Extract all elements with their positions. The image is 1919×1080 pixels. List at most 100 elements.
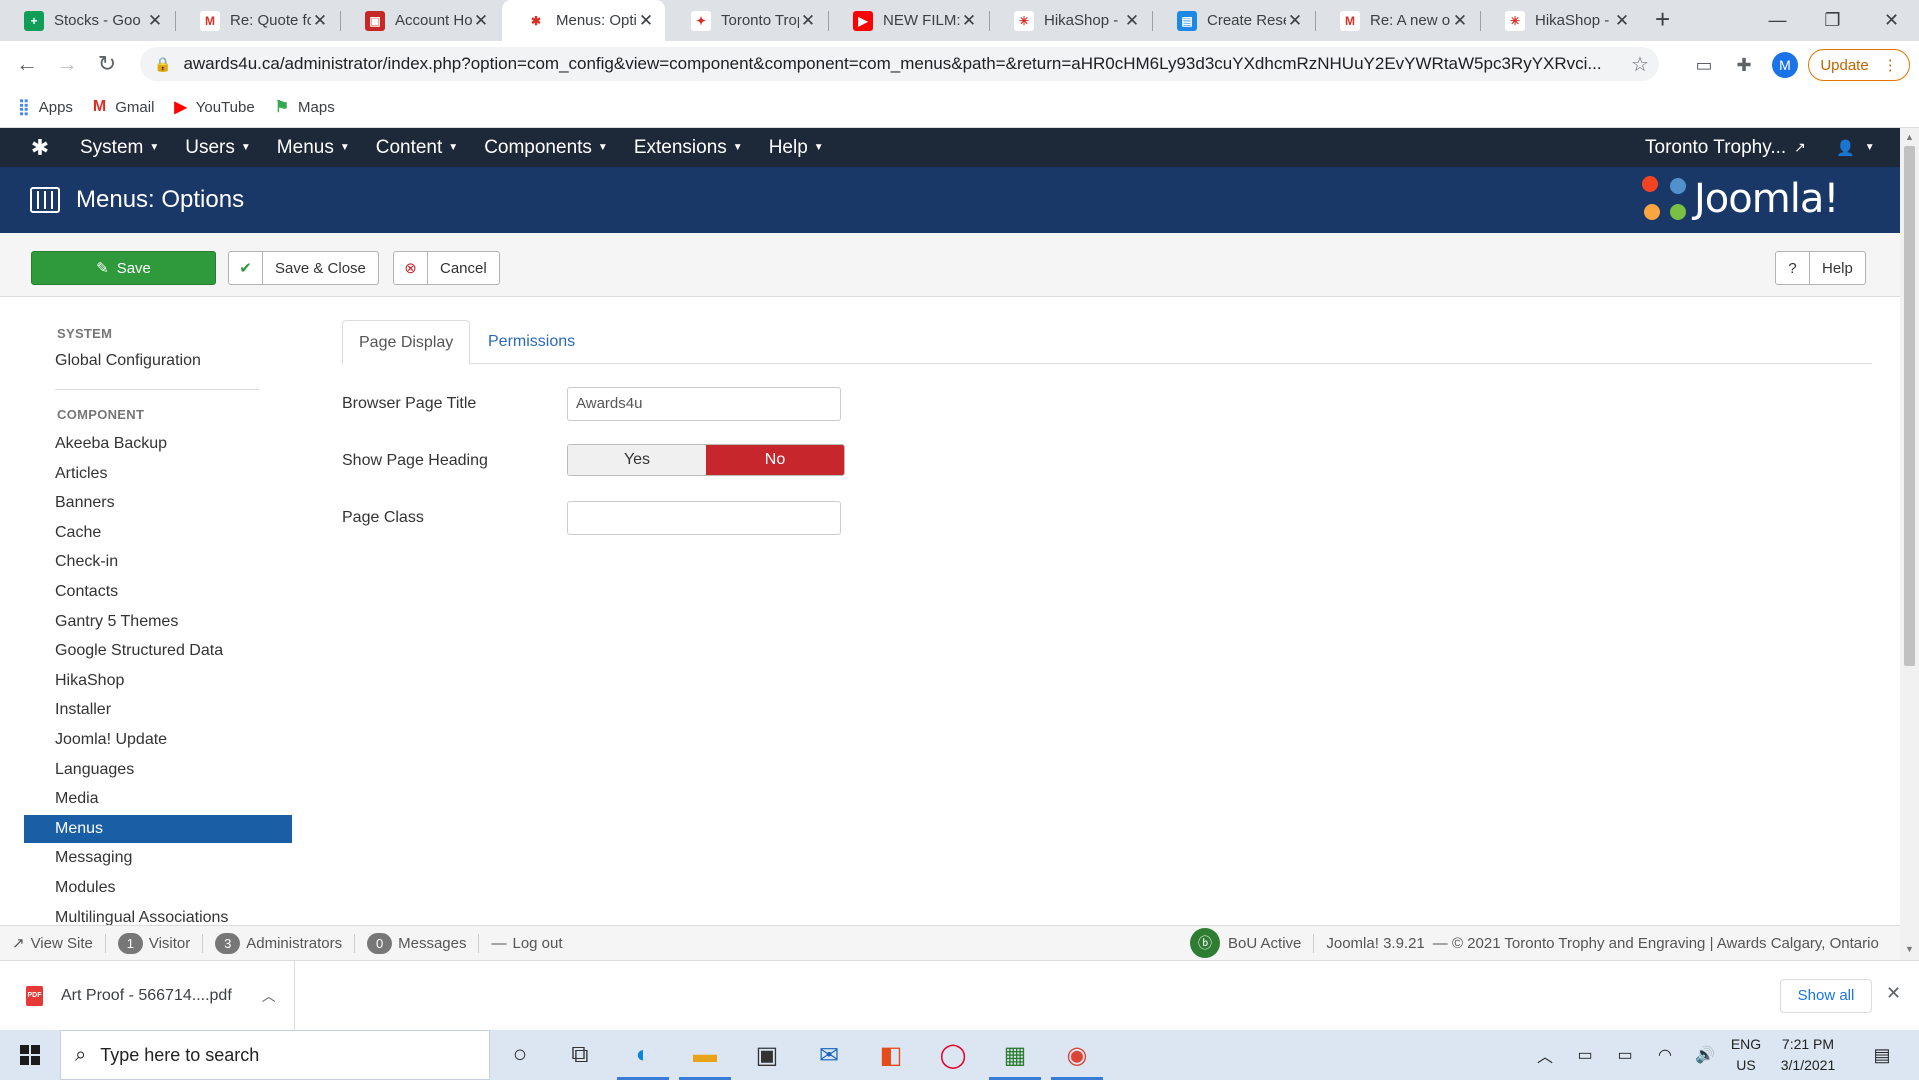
nav-menu-help[interactable]: Help ▼ xyxy=(769,137,824,159)
restore-button[interactable]: ❐ xyxy=(1805,0,1860,41)
close-window-button[interactable]: ✕ xyxy=(1864,0,1919,41)
joomla-mark-icon[interactable]: ✱ xyxy=(0,135,80,161)
show-page-heading-no[interactable]: No xyxy=(706,445,844,475)
chrome-icon[interactable]: ◉ xyxy=(1047,1030,1107,1080)
browser-tab[interactable]: ✳ HikaShop - I ✕ xyxy=(990,0,1151,41)
sidebar-item-articles[interactable]: Articles xyxy=(24,460,292,488)
tab-close-icon[interactable]: ✕ xyxy=(472,11,490,31)
sidebar-item-media[interactable]: Media xyxy=(24,785,292,813)
tray-chevron-up-icon[interactable]: ︿ xyxy=(1530,1030,1560,1080)
browser-tab[interactable]: ✳ HikaShop - C✕ xyxy=(1481,0,1641,41)
browser-tab[interactable]: M Re: A new or ✕ xyxy=(1316,0,1479,41)
scrollbar-thumb[interactable] xyxy=(1904,146,1915,666)
browser-tab[interactable]: M Re: Quote fo ✕ xyxy=(176,0,339,41)
sidebar-item-contacts[interactable]: Contacts xyxy=(24,578,292,606)
browser-tab[interactable]: ▶ NEW FILM: I✕ xyxy=(829,0,988,41)
close-icon[interactable]: ✕ xyxy=(1886,983,1901,1004)
sidebar-item-installer[interactable]: Installer xyxy=(24,696,292,724)
visitors-status[interactable]: 1 Visitor xyxy=(106,932,204,954)
tab-close-icon[interactable]: ✕ xyxy=(637,11,655,31)
help-button[interactable]: ? Help xyxy=(1775,251,1866,285)
sidebar-item-modules[interactable]: Modules xyxy=(24,874,292,902)
update-button[interactable]: Update ⋮ xyxy=(1808,49,1910,81)
sidebar-item-global-configuration[interactable]: Global Configuration xyxy=(24,347,292,375)
administrators-status[interactable]: 3 Administrators xyxy=(203,932,356,954)
bookmark-star-icon[interactable]: ☆ xyxy=(1621,52,1659,77)
sidebar-item-languages[interactable]: Languages xyxy=(24,756,292,784)
tab-close-icon[interactable]: ✕ xyxy=(1451,11,1469,31)
volume-icon[interactable]: 🔊 xyxy=(1690,1030,1720,1080)
tab-page-display[interactable]: Page Display xyxy=(342,320,471,365)
browser-page-title-input[interactable]: Awards4u xyxy=(567,387,841,421)
joomla-logo[interactable]: Joomla! xyxy=(1642,176,1839,222)
cancel-button[interactable]: ⊗ Cancel xyxy=(393,251,500,285)
page-scrollbar[interactable]: ▲ ▼ xyxy=(1900,128,1919,960)
sidebar-item-google-structured-data[interactable]: Google Structured Data xyxy=(24,637,292,665)
browser-tab[interactable]: ✱ Menus: Opti ✕ xyxy=(502,0,665,41)
nav-menu-components[interactable]: Components ▼ xyxy=(484,137,608,159)
edge-icon[interactable]: ◐ xyxy=(613,1030,673,1080)
minimize-button[interactable]: — xyxy=(1750,0,1805,41)
browser-tab[interactable]: ▤ Create Reser✕ xyxy=(1153,0,1314,41)
chevron-up-icon[interactable]: ︿ xyxy=(262,986,276,1006)
opera-icon[interactable]: ◯ xyxy=(923,1030,983,1080)
page-class-input[interactable] xyxy=(567,501,841,535)
tab-close-icon[interactable]: ✕ xyxy=(799,11,817,31)
show-page-heading-yes[interactable]: Yes xyxy=(568,445,706,475)
user-menu[interactable]: 👤 ▼ xyxy=(1836,139,1875,157)
sidebar-item-banners[interactable]: Banners xyxy=(24,489,292,517)
spreadsheet-app-icon[interactable]: ▦ xyxy=(985,1030,1045,1080)
taskbar-clock[interactable]: 7:21 PM 3/1/2021 xyxy=(1768,1034,1848,1076)
scroll-down-icon[interactable]: ▼ xyxy=(1905,944,1914,954)
meet-now-icon[interactable]: ▭ xyxy=(1570,1030,1600,1080)
sidebar-item-cache[interactable]: Cache xyxy=(24,519,292,547)
site-link[interactable]: Toronto Trophy... ↗ xyxy=(1645,137,1806,159)
taskbar-search[interactable]: ⌕ Type here to search xyxy=(60,1030,490,1080)
sidebar-item-check-in[interactable]: Check-in xyxy=(24,548,292,576)
view-site-link[interactable]: ↗ View Site xyxy=(0,933,106,953)
store-icon[interactable]: ▣ xyxy=(737,1030,797,1080)
nav-menu-users[interactable]: Users ▼ xyxy=(185,137,251,159)
sidebar-item-akeeba-backup[interactable]: Akeeba Backup xyxy=(24,430,292,458)
reload-icon[interactable]: ↻ xyxy=(92,49,122,79)
save-close-button[interactable]: ✔ Save & Close xyxy=(228,251,379,285)
download-item[interactable]: PDF Art Proof - 566714....pdf ︿ xyxy=(0,961,295,1031)
tab-permissions[interactable]: Permissions xyxy=(472,320,591,365)
scroll-up-icon[interactable]: ▲ xyxy=(1905,132,1914,142)
sidebar-item-hikashop[interactable]: HikaShop xyxy=(24,667,292,695)
bookmark-youtube[interactable]: ▶ YouTube xyxy=(174,97,254,117)
office-icon[interactable]: ◧ xyxy=(861,1030,921,1080)
browser-tab[interactable]: + Stocks - Goo ✕ xyxy=(0,0,174,41)
tab-close-icon[interactable]: ✕ xyxy=(311,11,329,31)
sidebar-item-joomla-update[interactable]: Joomla! Update xyxy=(24,726,292,754)
extensions-icon[interactable]: ✚ xyxy=(1730,51,1758,79)
nav-menu-content[interactable]: Content ▼ xyxy=(376,137,458,159)
browser-tab[interactable]: ▣ Account Hol ✕ xyxy=(341,0,500,41)
bookmark-maps[interactable]: ⚑ Maps xyxy=(275,97,335,117)
back-icon[interactable]: ← xyxy=(12,49,42,79)
tab-close-icon[interactable]: ✕ xyxy=(1123,11,1141,31)
nav-menu-system[interactable]: System ▼ xyxy=(80,137,159,159)
new-tab-button[interactable]: + xyxy=(1655,4,1670,35)
file-explorer-icon[interactable]: ▬ xyxy=(675,1030,735,1080)
messages-status[interactable]: 0 Messages xyxy=(355,932,480,954)
show-all-button[interactable]: Show all xyxy=(1780,979,1872,1013)
tab-close-icon[interactable]: ✕ xyxy=(1613,11,1631,31)
browser-tab[interactable]: ✦ Toronto Trop ✕ xyxy=(667,0,827,41)
task-view-icon[interactable]: ⧉ xyxy=(550,1030,610,1080)
save-button[interactable]: ✎ Save xyxy=(31,251,216,285)
forward-icon[interactable]: → xyxy=(52,49,82,79)
nav-menu-menus[interactable]: Menus ▼ xyxy=(277,137,350,159)
battery-icon[interactable]: ▭ xyxy=(1610,1030,1640,1080)
cortana-icon[interactable]: ○ xyxy=(490,1030,550,1080)
tab-close-icon[interactable]: ✕ xyxy=(146,11,164,31)
wifi-icon[interactable]: ◠ xyxy=(1650,1030,1680,1080)
lock-icon[interactable]: 🔒 xyxy=(154,56,171,73)
reading-list-icon[interactable]: ▭ xyxy=(1690,51,1718,79)
bou-status[interactable]: BoU Active xyxy=(1228,935,1301,952)
notifications-icon[interactable]: ▤ xyxy=(1862,1030,1902,1080)
bookmark-apps[interactable]: ⣿ Apps xyxy=(18,97,73,117)
mail-icon[interactable]: ✉ xyxy=(799,1030,859,1080)
sidebar-item-gantry-5-themes[interactable]: Gantry 5 Themes xyxy=(24,608,292,636)
profile-avatar[interactable]: M xyxy=(1772,52,1798,78)
